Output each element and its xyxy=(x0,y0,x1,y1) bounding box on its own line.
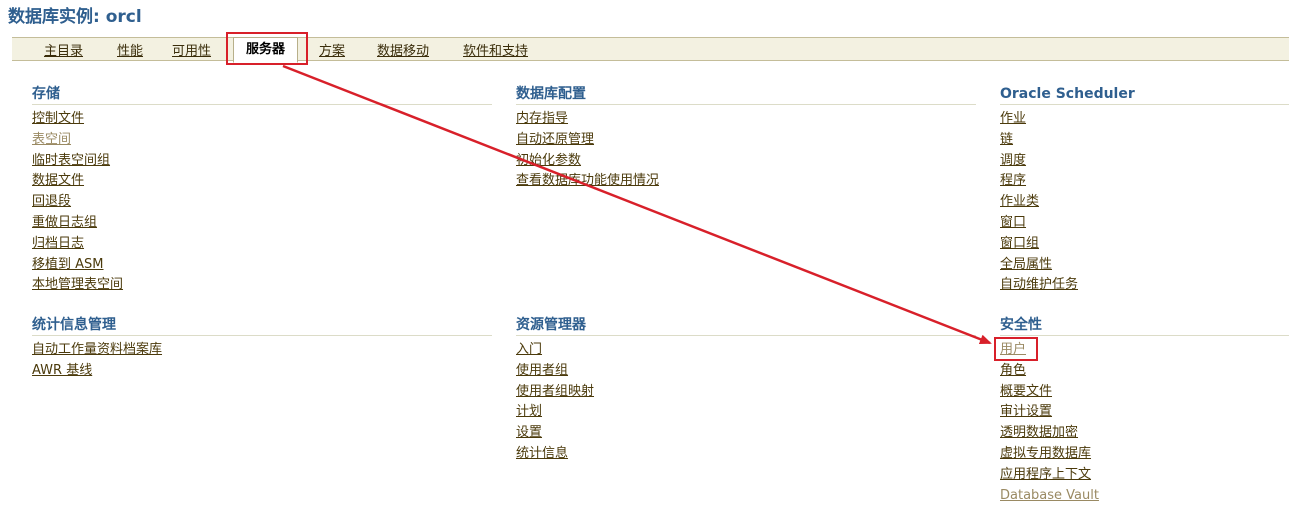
tab-schema[interactable]: 方案 xyxy=(319,40,345,59)
link-transparent-data-encryption[interactable]: 透明数据加密 xyxy=(1000,425,1078,440)
link-awr-baselines[interactable]: AWR 基线 xyxy=(32,363,92,378)
link-roles[interactable]: 角色 xyxy=(1000,363,1026,378)
link-consumer-group-mappings[interactable]: 使用者组映射 xyxy=(516,384,594,399)
tab-availability[interactable]: 可用性 xyxy=(172,40,211,59)
link-memory-advisors[interactable]: 内存指导 xyxy=(516,111,568,126)
link-redo-log-groups[interactable]: 重做日志组 xyxy=(32,215,97,230)
link-programs[interactable]: 程序 xyxy=(1000,173,1026,188)
link-application-contexts[interactable]: 应用程序上下文 xyxy=(1000,467,1091,482)
link-archive-logs[interactable]: 归档日志 xyxy=(32,236,84,251)
link-global-attributes[interactable]: 全局属性 xyxy=(1000,257,1052,272)
link-feature-usage[interactable]: 查看数据库功能使用情况 xyxy=(516,173,659,188)
link-auto-maintenance-tasks[interactable]: 自动维护任务 xyxy=(1000,277,1078,292)
link-audit-settings[interactable]: 审计设置 xyxy=(1000,404,1052,419)
link-migrate-to-asm[interactable]: 移植到 ASM xyxy=(32,257,104,272)
section-title-scheduler: Oracle Scheduler xyxy=(1000,85,1289,105)
section-db-config: 数据库配置 内存指导 自动还原管理 初始化参数 查看数据库功能使用情况 xyxy=(516,85,976,190)
link-locally-managed-tablespace[interactable]: 本地管理表空间 xyxy=(32,277,123,292)
page-title: 数据库实例: orcl xyxy=(8,7,142,27)
link-control-files[interactable]: 控制文件 xyxy=(32,111,84,126)
link-consumer-groups[interactable]: 使用者组 xyxy=(516,363,568,378)
users-link-highlight xyxy=(994,337,1038,361)
link-virtual-private-database[interactable]: 虚拟专用数据库 xyxy=(1000,446,1091,461)
link-getting-started[interactable]: 入门 xyxy=(516,342,542,357)
link-schedules[interactable]: 调度 xyxy=(1000,153,1026,168)
tab-software-support[interactable]: 软件和支持 xyxy=(463,40,528,59)
section-title-db-config: 数据库配置 xyxy=(516,85,976,105)
tab-performance[interactable]: 性能 xyxy=(117,40,143,59)
link-profiles[interactable]: 概要文件 xyxy=(1000,384,1052,399)
link-auto-undo-management[interactable]: 自动还原管理 xyxy=(516,132,594,147)
section-title-statistics: 统计信息管理 xyxy=(32,316,492,336)
link-window-groups[interactable]: 窗口组 xyxy=(1000,236,1039,251)
section-title-storage: 存储 xyxy=(32,85,492,105)
section-security: 安全性 用户 角色 概要文件 审计设置 透明数据加密 虚拟专用数据库 应用程序上… xyxy=(1000,316,1289,504)
link-chains[interactable]: 链 xyxy=(1000,132,1013,147)
server-tab-highlight xyxy=(226,32,308,65)
link-windows[interactable]: 窗口 xyxy=(1000,215,1026,230)
section-storage: 存储 控制文件 表空间 临时表空间组 数据文件 回退段 重做日志组 归档日志 移… xyxy=(32,85,492,294)
link-plans[interactable]: 计划 xyxy=(516,404,542,419)
link-datafiles[interactable]: 数据文件 xyxy=(32,173,84,188)
link-job-classes[interactable]: 作业类 xyxy=(1000,194,1039,209)
link-rollback-segments[interactable]: 回退段 xyxy=(32,194,71,209)
link-rm-statistics[interactable]: 统计信息 xyxy=(516,446,568,461)
section-scheduler: Oracle Scheduler 作业 链 调度 程序 作业类 窗口 窗口组 全… xyxy=(1000,85,1289,294)
link-tablespaces[interactable]: 表空间 xyxy=(32,132,71,147)
tab-bar: 主目录 性能 可用性 服务器 方案 数据移动 软件和支持 xyxy=(12,37,1289,63)
link-jobs[interactable]: 作业 xyxy=(1000,111,1026,126)
section-statistics: 统计信息管理 自动工作量资料档案库 AWR 基线 xyxy=(32,316,492,380)
tab-home[interactable]: 主目录 xyxy=(44,40,83,59)
link-database-vault[interactable]: Database Vault xyxy=(1000,488,1099,503)
link-awr[interactable]: 自动工作量资料档案库 xyxy=(32,342,162,357)
section-title-security: 安全性 xyxy=(1000,316,1289,336)
link-settings[interactable]: 设置 xyxy=(516,425,542,440)
link-temp-tablespace-groups[interactable]: 临时表空间组 xyxy=(32,153,110,168)
link-init-parameters[interactable]: 初始化参数 xyxy=(516,153,581,168)
section-title-resource-manager: 资源管理器 xyxy=(516,316,976,336)
section-resource-manager: 资源管理器 入门 使用者组 使用者组映射 计划 设置 统计信息 xyxy=(516,316,976,463)
tab-data-movement[interactable]: 数据移动 xyxy=(377,40,429,59)
